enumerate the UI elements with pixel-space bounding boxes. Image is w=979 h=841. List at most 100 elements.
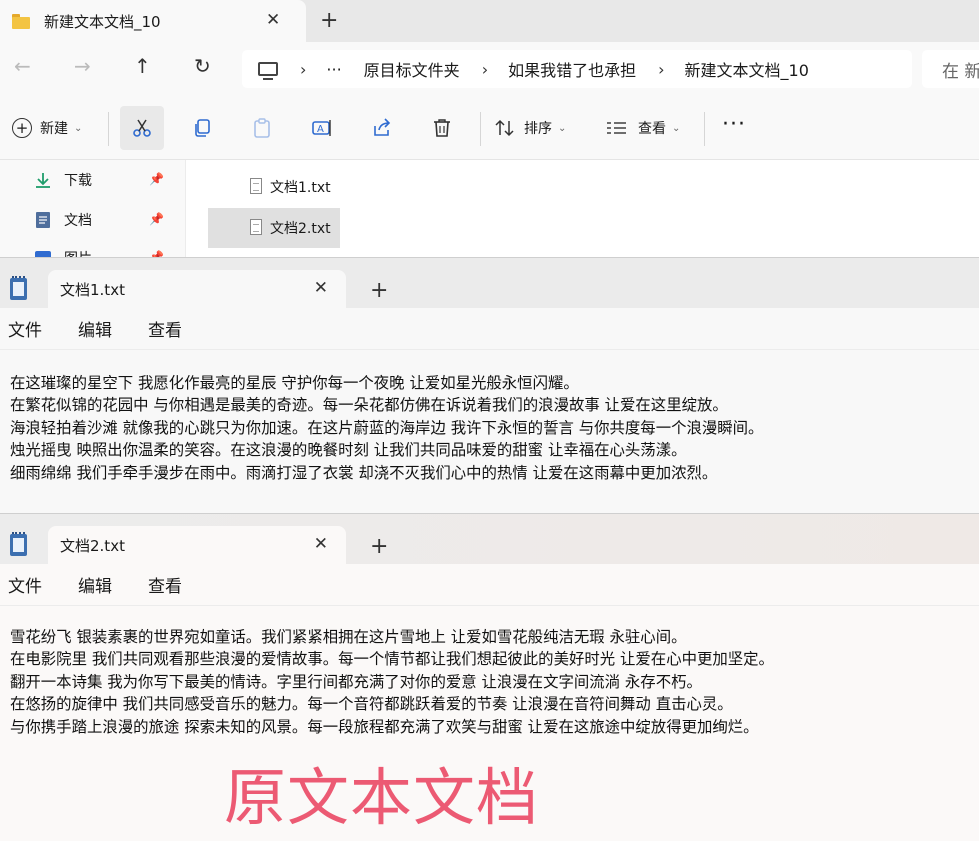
clipboard-icon (254, 118, 270, 138)
address-bar-row: ← → ↑ ↻ › ··· 原目标文件夹 › 如果我错了也承担 › 新建文本文档… (0, 42, 979, 98)
notepad-icon (10, 276, 27, 300)
menu-file[interactable]: 文件 (8, 572, 42, 597)
chevron-right-icon[interactable]: › (482, 60, 488, 79)
download-icon (34, 171, 52, 189)
view-list-icon (607, 122, 626, 134)
notepad-window-1: 文档1.txt ✕ + 文件 编辑 查看 在这璀璨的星空下 我愿化作最亮的星辰 … (0, 257, 979, 513)
menu-edit[interactable]: 编辑 (78, 572, 112, 597)
overlay-caption: 原文本文档 (224, 761, 540, 834)
chevron-right-icon[interactable]: › (300, 60, 306, 79)
text-line: 细雨绵绵 我们手牵手漫步在雨中。雨滴打湿了衣裳 却浇不灭我们心中的热情 让爱在这… (10, 463, 718, 482)
folder-icon (12, 13, 30, 29)
menu-file[interactable]: 文件 (8, 316, 42, 341)
divider (480, 112, 481, 146)
rename-icon: A (312, 120, 331, 136)
navigation-pane: 下载 📌 文档 📌 图片 📌 (0, 160, 186, 258)
explorer-tab-title: 新建文本文档_10 (44, 12, 161, 31)
forward-arrow-icon[interactable]: → (74, 56, 91, 76)
text-file-icon (250, 219, 262, 235)
text-line: 在悠扬的旋律中 我们共同感受音乐的魅力。每一个音符都跳跃着爱的节奏 让浪漫在音符… (10, 695, 733, 714)
notepad-menu-bar: 文件 编辑 查看 (0, 308, 979, 350)
search-input[interactable]: 在 新 (922, 50, 979, 88)
breadcrumb-item[interactable]: 原目标文件夹 (364, 57, 460, 81)
share-icon (374, 118, 391, 136)
file-explorer-window: 新建文本文档_10 ✕ + ← → ↑ ↻ › ··· 原目标文件夹 › 如果我… (0, 0, 979, 258)
copy-icon (195, 119, 210, 137)
chevron-down-icon: ⌄ (74, 122, 83, 134)
close-icon[interactable]: ✕ (314, 536, 328, 553)
copy-button[interactable] (180, 106, 224, 150)
scissors-icon (133, 119, 151, 137)
new-tab-icon[interactable]: + (320, 10, 338, 32)
text-editor[interactable]: 在这璀璨的星空下 我愿化作最亮的星辰 守护你每一个夜晚 让爱如星光般永恒闪耀。 … (10, 372, 970, 484)
new-button-label: 新建 (40, 121, 68, 137)
explorer-tab-bar: 新建文本文档_10 ✕ + (0, 0, 979, 42)
sidebar-item-label: 文档 (64, 213, 92, 229)
cut-button[interactable] (120, 106, 164, 150)
paste-button[interactable] (240, 106, 284, 150)
notepad-menu-bar: 文件 编辑 查看 (0, 564, 979, 606)
back-arrow-icon[interactable]: ← (14, 56, 31, 76)
sort-icon (495, 119, 514, 137)
view-label: 查看 (638, 121, 666, 137)
explorer-body: 下载 📌 文档 📌 图片 📌 文档1.txt (0, 160, 979, 258)
text-line: 烛光摇曳 映照出你温柔的笑容。在这浪漫的晚餐时刻 让我们共同品味爱的甜蜜 让幸福… (10, 441, 687, 460)
file-item[interactable]: 文档1.txt (208, 167, 340, 207)
explorer-tab[interactable]: 新建文本文档_10 ✕ (0, 0, 306, 42)
sort-label: 排序 (524, 121, 552, 137)
text-line: 翻开一本诗集 我为你写下最美的情诗。字里行间都充满了对你的爱意 让浪漫在文字间流… (10, 672, 702, 691)
divider (108, 112, 109, 146)
new-tab-icon[interactable]: + (370, 280, 388, 302)
breadcrumb-ellipsis[interactable]: ··· (326, 60, 341, 79)
this-pc-icon (258, 62, 278, 80)
sort-button[interactable]: 排序 ⌄ (494, 118, 566, 138)
delete-button[interactable] (420, 106, 464, 150)
text-line: 雪花纷飞 银装素裹的世界宛如童话。我们紧紧相拥在这片雪地上 让爱如雪花般纯洁无瑕… (10, 628, 687, 646)
up-arrow-icon[interactable]: ↑ (134, 56, 151, 76)
text-editor[interactable]: 雪花纷飞 银装素裹的世界宛如童话。我们紧紧相拥在这片雪地上 让爱如雪花般纯洁无瑕… (10, 626, 970, 738)
notepad-tab[interactable]: 文档1.txt ✕ (48, 270, 346, 308)
divider (704, 112, 705, 146)
file-name: 文档1.txt (270, 180, 331, 196)
text-file-icon (250, 178, 262, 194)
chevron-right-icon[interactable]: › (658, 60, 664, 79)
file-item-selected[interactable]: 文档2.txt (208, 208, 340, 248)
share-button[interactable] (360, 106, 404, 150)
notepad-icon (10, 532, 27, 556)
close-icon[interactable]: ✕ (266, 12, 280, 29)
view-button[interactable]: 查看 ⌄ (606, 118, 680, 138)
notepad-tab[interactable]: 文档2.txt ✕ (48, 526, 346, 564)
breadcrumb-item[interactable]: 如果我错了也承担 (508, 57, 636, 81)
trash-icon (434, 119, 450, 137)
plus-circle-icon: + (12, 118, 32, 138)
notepad-tab-bar: 文档2.txt ✕ + (0, 514, 979, 564)
text-line: 海浪轻拍着沙滩 就像我的心跳只为你加速。在这片蔚蓝的海岸边 我许下永恒的誓言 与… (10, 418, 764, 437)
svg-text:A: A (317, 124, 324, 135)
sidebar-item-label: 下载 (64, 173, 92, 189)
new-tab-icon[interactable]: + (370, 536, 388, 558)
chevron-down-icon: ⌄ (558, 122, 567, 134)
menu-view[interactable]: 查看 (148, 316, 182, 341)
address-bar[interactable]: › ··· 原目标文件夹 › 如果我错了也承担 › 新建文本文档_10 (242, 50, 912, 88)
close-icon[interactable]: ✕ (314, 280, 328, 297)
breadcrumb-item[interactable]: 新建文本文档_10 (685, 57, 809, 81)
pin-icon[interactable]: 📌 (149, 212, 164, 226)
chevron-down-icon: ⌄ (672, 122, 681, 134)
rename-button[interactable]: A (300, 106, 344, 150)
pin-icon[interactable]: 📌 (149, 172, 164, 186)
refresh-icon[interactable]: ↻ (194, 56, 211, 76)
notepad-tab-title: 文档1.txt (60, 280, 125, 299)
sidebar-item-downloads[interactable]: 下载 📌 (34, 168, 164, 192)
menu-edit[interactable]: 编辑 (78, 316, 112, 341)
text-line: 在电影院里 我们共同观看那些浪漫的爱情故事。每一个情节都让我们想起彼此的美好时光… (10, 650, 774, 669)
document-icon (34, 211, 52, 229)
sidebar-item-documents[interactable]: 文档 📌 (34, 208, 164, 232)
text-line: 与你携手踏上浪漫的旅途 探索未知的风景。每一段旅程都充满了欢笑与甜蜜 让爱在这旅… (10, 717, 759, 736)
more-options-icon[interactable]: ··· (722, 114, 746, 136)
command-bar: + 新建 ⌄ A 排序 ⌄ 查看 ⌄ ··· (0, 98, 979, 160)
new-button[interactable]: + 新建 ⌄ (12, 118, 82, 138)
notepad-tab-title: 文档2.txt (60, 536, 125, 555)
menu-view[interactable]: 查看 (148, 572, 182, 597)
notepad-tab-bar: 文档1.txt ✕ + (0, 258, 979, 308)
text-line: 在这璀璨的星空下 我愿化作最亮的星辰 守护你每一个夜晚 让爱如星光般永恒闪耀。 (10, 374, 579, 392)
